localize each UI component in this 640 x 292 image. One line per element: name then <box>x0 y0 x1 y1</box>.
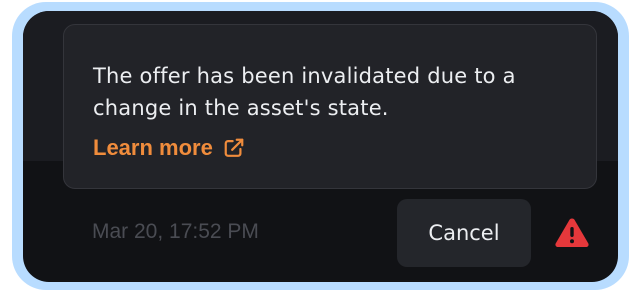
learn-more-label: Learn more <box>93 135 213 160</box>
offer-timestamp: Mar 20, 17:52 PM <box>92 220 259 243</box>
external-link-icon <box>223 137 245 159</box>
info-tooltip: The offer has been invalidated due to a … <box>63 24 597 189</box>
warning-icon[interactable] <box>554 216 590 248</box>
device-frame: The offer has been invalidated due to a … <box>12 2 629 290</box>
cancel-button[interactable]: Cancel <box>397 199 531 267</box>
learn-more-link[interactable]: Learn more <box>93 133 245 163</box>
app-screen: The offer has been invalidated due to a … <box>23 11 618 282</box>
tooltip-message: The offer has been invalidated due to a … <box>93 64 516 120</box>
